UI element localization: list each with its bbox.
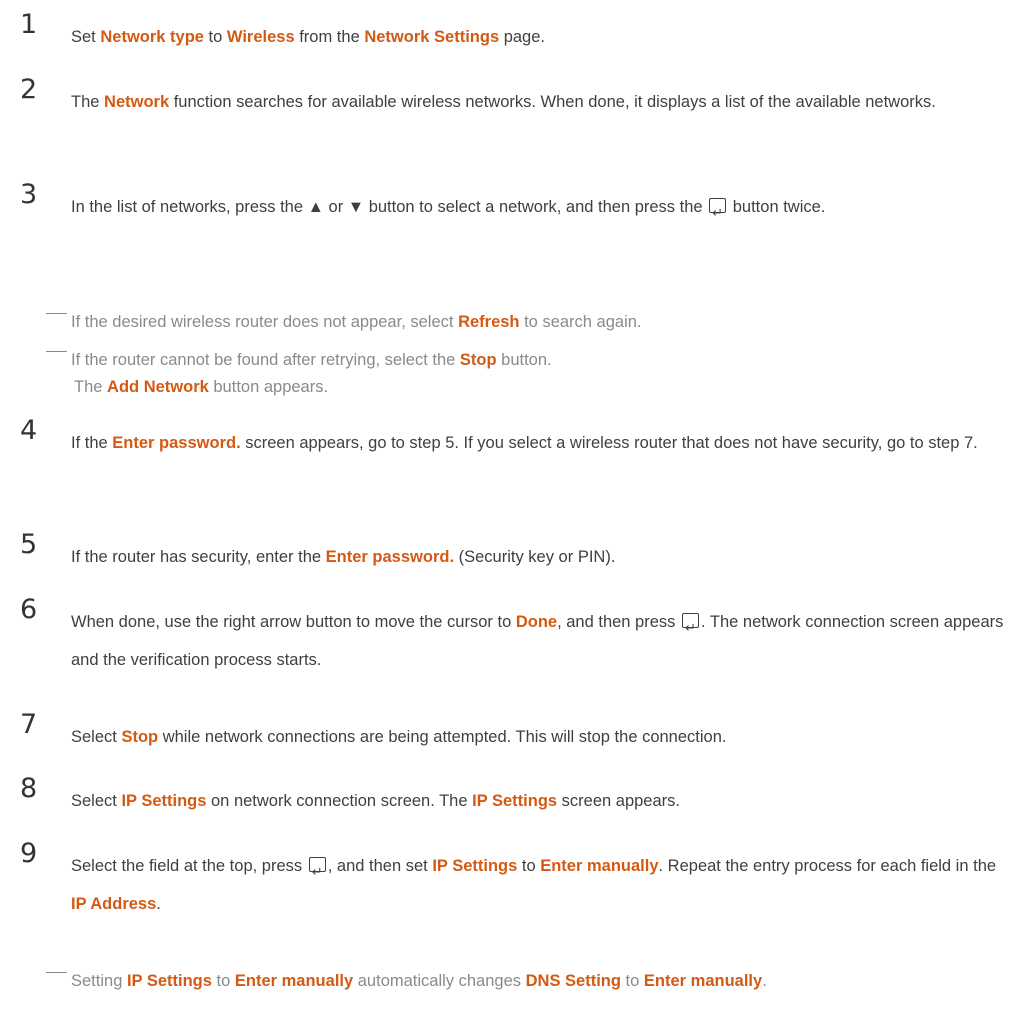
note-text: The Add Network button appears. (74, 378, 328, 396)
text-run: If the desired wireless router does not … (71, 313, 459, 331)
note-stop: If the router cannot be found after retr… (46, 349, 552, 371)
text-run: Set (71, 28, 101, 46)
text-run: to search again. (519, 313, 642, 331)
step-number: 4 (20, 415, 38, 446)
text-run: , and then press (557, 613, 680, 631)
enter-icon (682, 609, 699, 647)
text-run: . (156, 895, 161, 913)
step-text: The Network function searches for availa… (71, 83, 1006, 121)
text-run: function searches for available wireless… (169, 93, 936, 111)
step-number: 3 (20, 179, 38, 210)
text-run: The (74, 378, 108, 396)
step-text: Select IP Settings on network connection… (71, 782, 1006, 820)
text-run: . Repeat the entry process for each fiel… (658, 857, 997, 875)
text-run: automatically changes (353, 972, 526, 990)
step-text: Set Network type to Wireless from the Ne… (71, 18, 1006, 56)
note-text: Setting IP Settings to Enter manually au… (71, 972, 767, 990)
text-run: screen appears. (557, 792, 680, 810)
step-number: 8 (20, 773, 38, 804)
highlighted-term: Stop (459, 351, 497, 369)
text-run: When done, use the right arrow button to… (71, 613, 516, 631)
highlighted-term: Stop (121, 728, 159, 746)
text-run: page. (499, 28, 545, 46)
step-text: If the router has security, enter the En… (71, 538, 1006, 576)
text-run: button appears. (208, 378, 329, 396)
note-dash-icon (46, 313, 67, 314)
highlighted-term: IP Address (71, 895, 157, 913)
step-number: 2 (20, 74, 38, 105)
step-number: 1 (20, 9, 38, 40)
text-run: Select (71, 728, 122, 746)
note-text: If the desired wireless router does not … (71, 313, 642, 331)
text-run: Select (71, 792, 122, 810)
text-run: If the router has security, enter the (71, 548, 326, 566)
note-refresh: If the desired wireless router does not … (46, 311, 642, 333)
step-text: In the list of networks, press the ▲ or … (71, 188, 1006, 232)
enter-icon (308, 853, 326, 891)
highlighted-term: Enter password. (112, 434, 241, 452)
highlighted-term: Network Settings (364, 28, 500, 46)
text-run: from the (294, 28, 365, 46)
text-run: button. (496, 351, 552, 369)
step-text: When done, use the right arrow button to… (71, 603, 1006, 679)
text-run: Select the field at the top, press (71, 857, 307, 875)
step-number: 6 (20, 594, 38, 625)
text-run: . (762, 972, 767, 990)
text-run: The (71, 93, 105, 111)
highlighted-term: Wireless (226, 28, 295, 46)
highlighted-term: Network type (100, 28, 204, 46)
note-dns: Setting IP Settings to Enter manually au… (46, 970, 767, 992)
note-dash-icon (46, 351, 67, 352)
text-run: button twice. (728, 198, 826, 216)
text-run: screen appears, go to step 5. If you sel… (240, 434, 978, 452)
note-dash-icon (46, 972, 67, 973)
step-text: If the Enter password. screen appears, g… (71, 424, 1006, 462)
step-text: Select the field at the top, press , and… (71, 847, 1006, 923)
highlighted-term: Network (104, 93, 170, 111)
highlighted-term: Enter manually (540, 857, 659, 875)
highlighted-term: Done (515, 613, 558, 631)
highlighted-term: Enter manually (234, 972, 354, 990)
highlighted-term: IP Settings (472, 792, 558, 810)
text-run: (Security key or PIN). (454, 548, 616, 566)
text-run: If the (71, 434, 113, 452)
highlighted-term: IP Settings (432, 857, 518, 875)
text-run: , and then set (327, 857, 433, 875)
text-run: while network connections are being atte… (158, 728, 727, 746)
highlighted-term: Enter password. (325, 548, 455, 566)
text-run: to (517, 857, 541, 875)
step-number: 9 (20, 838, 38, 869)
highlighted-term: IP Settings (126, 972, 212, 990)
highlighted-term: DNS Setting (525, 972, 621, 990)
step-text: Select Stop while network connections ar… (71, 718, 1006, 756)
text-run: Setting (71, 972, 127, 990)
text-run: to (211, 972, 235, 990)
text-run: If the router cannot be found after retr… (71, 351, 460, 369)
text-run: In the list of networks, press the ▲ or … (71, 198, 708, 216)
text-run: to (203, 28, 227, 46)
enter-icon (709, 194, 727, 232)
note-add-network: The Add Network button appears. (46, 376, 328, 398)
text-run: on network connection screen. The (206, 792, 473, 810)
step-number: 7 (20, 709, 38, 740)
highlighted-term: IP Settings (121, 792, 207, 810)
note-text: If the router cannot be found after retr… (71, 351, 552, 369)
text-run: to (620, 972, 644, 990)
step-number: 5 (20, 529, 38, 560)
highlighted-term: Refresh (458, 313, 520, 331)
highlighted-term: Enter manually (643, 972, 763, 990)
highlighted-term: Add Network (107, 378, 209, 396)
